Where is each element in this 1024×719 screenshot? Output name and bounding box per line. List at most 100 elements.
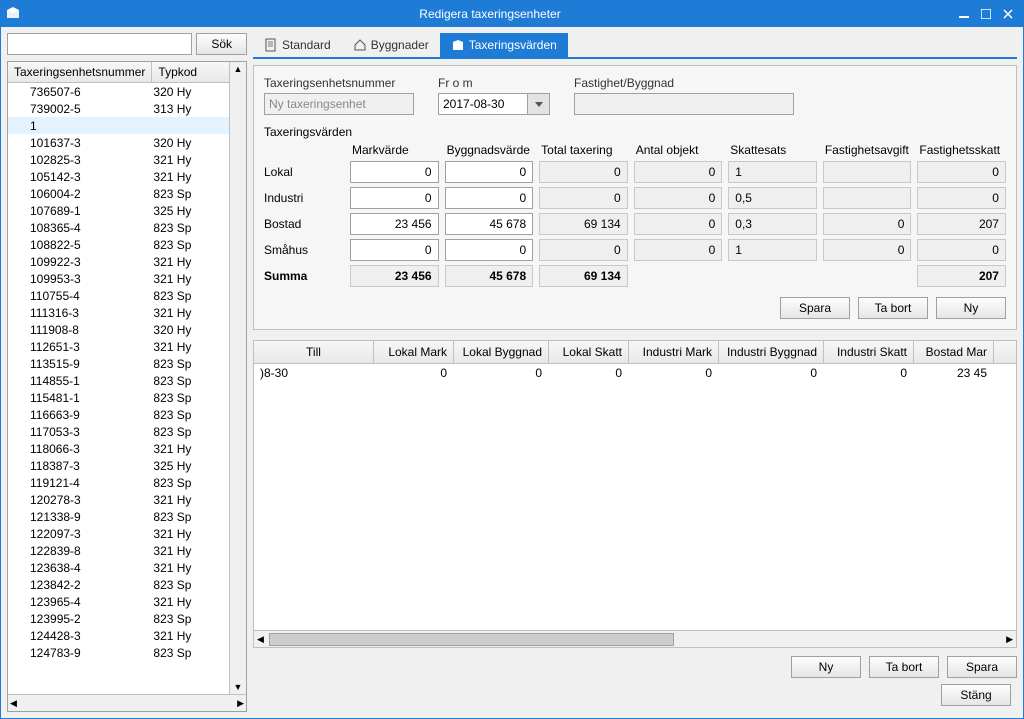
hist-col-header[interactable]: Industri Skatt: [824, 341, 914, 363]
minimize-button[interactable]: [953, 3, 975, 25]
search-input[interactable]: [7, 33, 192, 55]
list-item[interactable]: 121338-9823 Sp: [8, 508, 229, 525]
list-item[interactable]: 106004-2823 Sp: [8, 185, 229, 202]
tab-byggnader[interactable]: Byggnader: [342, 33, 440, 57]
content-area: Sök Taxeringsenhetsnummer Typkod 736507-…: [1, 27, 1023, 718]
list-item[interactable]: 112651-3321 Hy: [8, 338, 229, 355]
mark-input[interactable]: [350, 187, 439, 209]
scroll-right-icon[interactable]: ▶: [1003, 634, 1016, 645]
hist-col-header[interactable]: Lokal Mark: [374, 341, 454, 363]
col-header[interactable]: Taxeringsenhetsnummer: [8, 62, 152, 82]
scroll-up-icon[interactable]: ▲: [234, 64, 243, 74]
date-dropdown-button[interactable]: [528, 93, 550, 115]
list-item[interactable]: 114855-1823 Sp: [8, 372, 229, 389]
list-item[interactable]: 109922-3321 Hy: [8, 253, 229, 270]
list-item[interactable]: 107689-1325 Hy: [8, 202, 229, 219]
scroll-left-icon[interactable]: ◀: [254, 634, 267, 645]
list-item[interactable]: 124783-9823 Sp: [8, 644, 229, 661]
row-label: Bostad: [264, 217, 344, 231]
footer-save-button[interactable]: Spara: [947, 656, 1017, 678]
bygg-input[interactable]: [445, 161, 534, 183]
list-item[interactable]: 116663-9823 Sp: [8, 406, 229, 423]
list-item[interactable]: 111908-8320 Hy: [8, 321, 229, 338]
list-item[interactable]: 123965-4321 Hy: [8, 593, 229, 610]
list-item[interactable]: 102825-3321 Hy: [8, 151, 229, 168]
panel-new-button[interactable]: Ny: [936, 297, 1006, 319]
scroll-left-icon[interactable]: ◀: [10, 698, 17, 709]
list-item[interactable]: 117053-3823 Sp: [8, 423, 229, 440]
app-icon: [5, 6, 21, 22]
panel-delete-button[interactable]: Ta bort: [858, 297, 928, 319]
footer-buttons: Ny Ta bort Spara: [253, 648, 1017, 678]
avgift-value: [823, 161, 912, 183]
list-item[interactable]: 123995-2823 Sp: [8, 610, 229, 627]
hist-col-header[interactable]: Till: [254, 341, 374, 363]
history-grid[interactable]: TillLokal MarkLokal ByggnadLokal SkattIn…: [253, 340, 1017, 648]
hist-col-header[interactable]: Bostad Mar: [914, 341, 994, 363]
list-item[interactable]: 108822-5823 Sp: [8, 236, 229, 253]
bygg-input[interactable]: [445, 187, 534, 209]
mark-input[interactable]: [350, 239, 439, 261]
close-dialog-button[interactable]: Stäng: [941, 684, 1011, 706]
mark-input[interactable]: [350, 161, 439, 183]
list-item[interactable]: 120278-3321 Hy: [8, 491, 229, 508]
vertical-scrollbar[interactable]: ▲ ▼: [229, 62, 246, 694]
list-item[interactable]: 124428-3321 Hy: [8, 627, 229, 644]
list-item[interactable]: 118066-3321 Hy: [8, 440, 229, 457]
list-item[interactable]: 739002-5313 Hy: [8, 100, 229, 117]
tab-standard[interactable]: Standard: [253, 33, 342, 57]
total-value: 0: [539, 239, 628, 261]
list-item[interactable]: 1: [8, 117, 229, 134]
hist-col-header[interactable]: Industri Mark: [629, 341, 719, 363]
scroll-thumb[interactable]: [269, 633, 674, 646]
list-item[interactable]: 122839-8321 Hy: [8, 542, 229, 559]
tax-number-input[interactable]: [264, 93, 414, 115]
bygg-input[interactable]: [445, 239, 534, 261]
skattesats-value: 1: [728, 161, 817, 183]
list-item[interactable]: 109953-3321 Hy: [8, 270, 229, 287]
hist-col-header[interactable]: Industri Byggnad: [719, 341, 824, 363]
list-item[interactable]: 122097-3321 Hy: [8, 525, 229, 542]
col-header: Antal objekt: [634, 143, 723, 157]
col-header: Fastighetsavgift: [823, 143, 912, 157]
footer-delete-button[interactable]: Ta bort: [869, 656, 939, 678]
hist-col-header[interactable]: Lokal Skatt: [549, 341, 629, 363]
sum-skatt: 207: [917, 265, 1006, 287]
list-item[interactable]: 119121-4823 Sp: [8, 474, 229, 491]
col-header[interactable]: Typkod: [152, 62, 229, 82]
list-item[interactable]: 101637-3320 Hy: [8, 134, 229, 151]
bygg-input[interactable]: [445, 213, 534, 235]
sum-label: Summa: [264, 269, 344, 283]
list-item[interactable]: 123638-4321 Hy: [8, 559, 229, 576]
list-item[interactable]: 111316-3321 Hy: [8, 304, 229, 321]
document-icon: [264, 38, 278, 52]
list-item[interactable]: 105142-3321 Hy: [8, 168, 229, 185]
hist-col-header[interactable]: Lokal Byggnad: [454, 341, 549, 363]
box-icon: [451, 38, 465, 52]
list-item[interactable]: 118387-3325 Hy: [8, 457, 229, 474]
unit-list-grid[interactable]: Taxeringsenhetsnummer Typkod 736507-6320…: [7, 61, 247, 712]
col-header: Fastighetsskatt: [917, 143, 1006, 157]
close-button[interactable]: [997, 3, 1019, 25]
list-item[interactable]: 123842-2823 Sp: [8, 576, 229, 593]
horizontal-scrollbar[interactable]: ◀ ▶: [8, 694, 246, 711]
mark-input[interactable]: [350, 213, 439, 235]
values-section-label: Taxeringsvärden: [264, 125, 1006, 139]
list-item[interactable]: 115481-1823 Sp: [8, 389, 229, 406]
history-row[interactable]: )8-3000000023 45: [254, 364, 1016, 382]
skatt-value: 207: [917, 213, 1006, 235]
search-button[interactable]: Sök: [196, 33, 247, 55]
maximize-button[interactable]: [975, 3, 997, 25]
from-date-input[interactable]: [438, 93, 528, 115]
list-item[interactable]: 113515-9823 Sp: [8, 355, 229, 372]
scroll-down-icon[interactable]: ▼: [234, 682, 243, 692]
footer-new-button[interactable]: Ny: [791, 656, 861, 678]
titlebar: Redigera taxeringsenheter: [1, 1, 1023, 27]
scroll-right-icon[interactable]: ▶: [237, 698, 244, 709]
tab-taxeringsvärden[interactable]: Taxeringsvärden: [440, 33, 568, 57]
list-item[interactable]: 108365-4823 Sp: [8, 219, 229, 236]
history-horizontal-scrollbar[interactable]: ◀ ▶: [254, 630, 1016, 647]
list-item[interactable]: 110755-4823 Sp: [8, 287, 229, 304]
list-item[interactable]: 736507-6320 Hy: [8, 83, 229, 100]
panel-save-button[interactable]: Spara: [780, 297, 850, 319]
